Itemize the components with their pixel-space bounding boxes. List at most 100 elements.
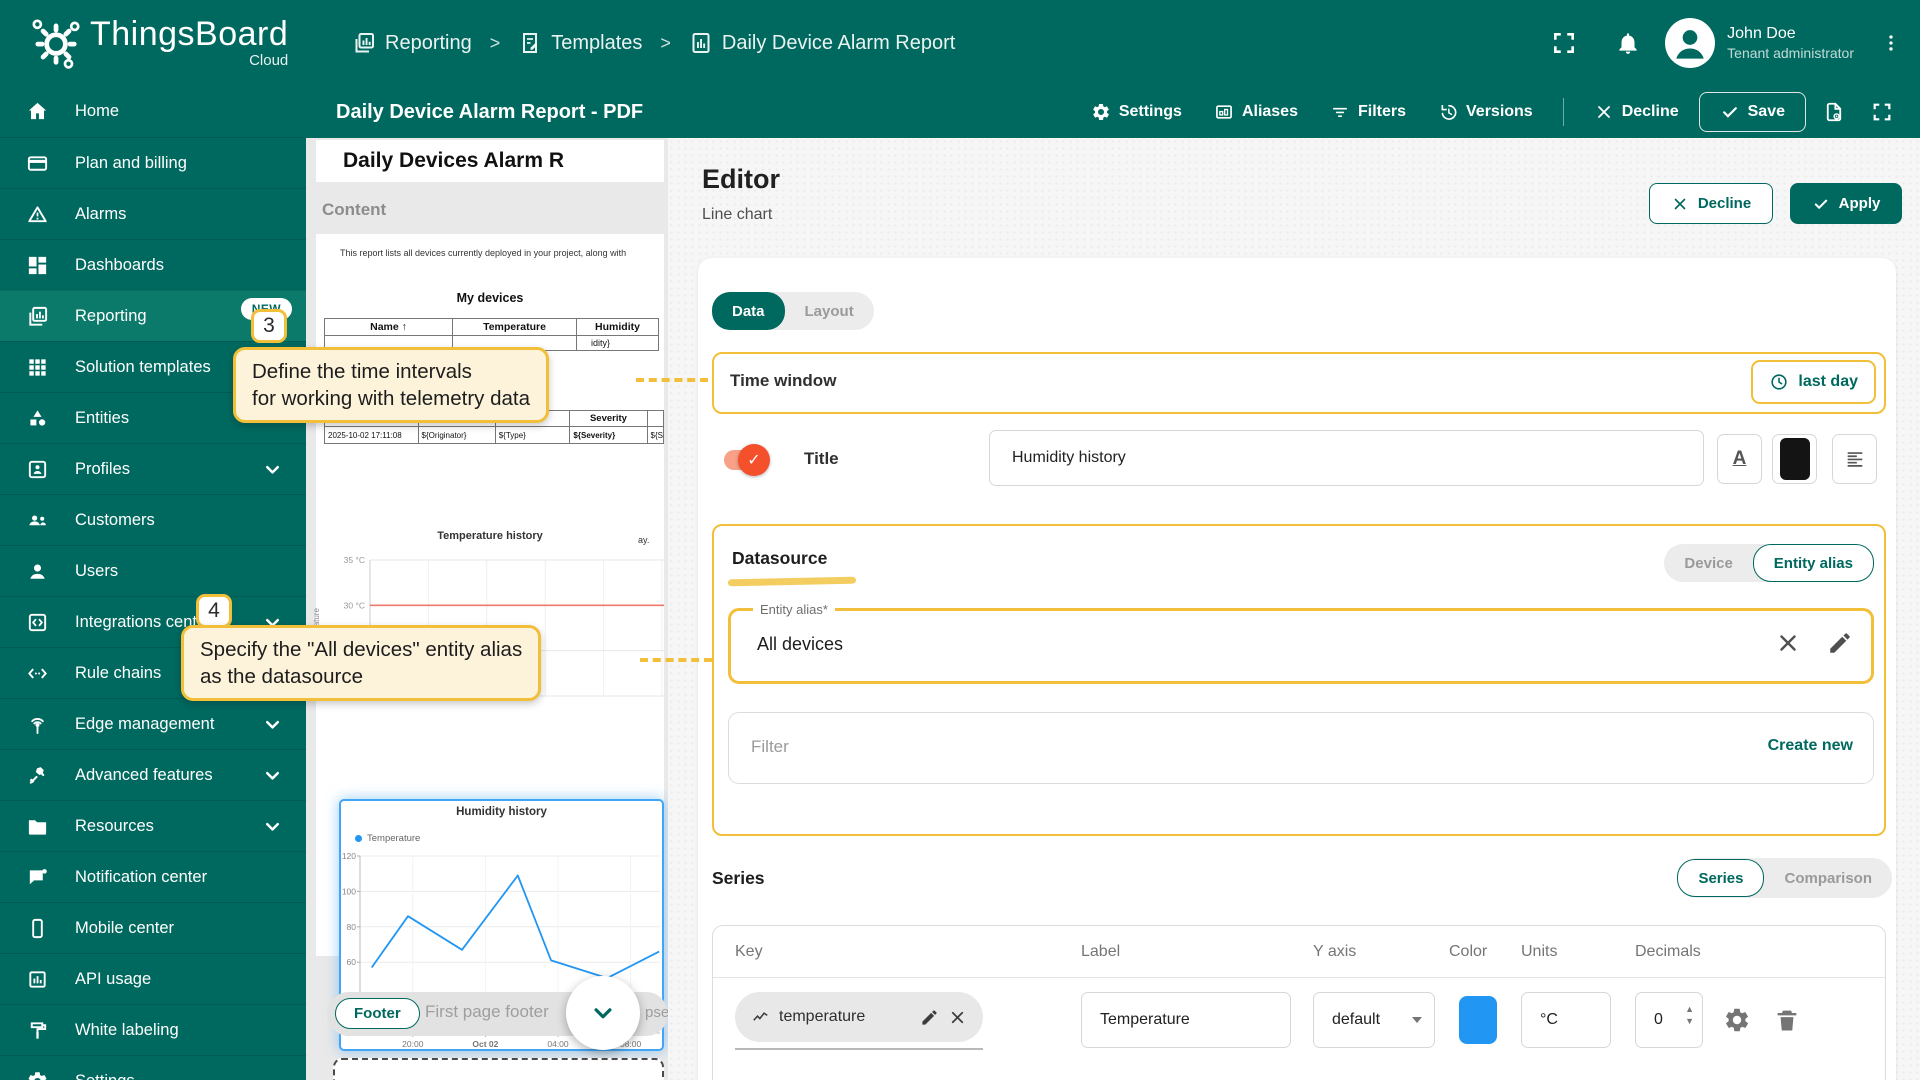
create-new-filter-link[interactable]: Create new — [1768, 737, 1853, 755]
tab-layout[interactable]: Layout — [785, 292, 874, 330]
sidebar-item-settings[interactable]: Settings — [0, 1055, 306, 1080]
color-swatch-black — [1779, 438, 1810, 480]
title-font-button[interactable]: A — [1717, 434, 1762, 484]
toggle-series[interactable]: Series — [1677, 859, 1765, 897]
sidebar-item-home[interactable]: Home — [0, 86, 306, 137]
resources-icon — [26, 815, 49, 838]
datasource-type-toggle: Device Entity alias — [1664, 544, 1874, 582]
sidebar-item-dashboards[interactable]: Dashboards — [0, 239, 306, 290]
sidebar-item-api-usage[interactable]: API usage — [0, 953, 306, 1004]
series-key-chip[interactable]: temperature — [735, 992, 983, 1042]
notifications-bell-icon[interactable] — [1615, 30, 1641, 56]
sidebar-item-label: Edge management — [75, 714, 215, 733]
series-units-input[interactable]: °C — [1521, 992, 1611, 1048]
close-icon — [1671, 195, 1689, 213]
title-color-button[interactable] — [1772, 434, 1817, 484]
title-toggle[interactable]: ✓ — [722, 444, 770, 476]
title-input[interactable] — [989, 430, 1704, 486]
toolbar-save-button[interactable]: Save — [1698, 92, 1806, 132]
preview-page-body[interactable]: This report lists all devices currently … — [312, 234, 664, 1051]
sidebar-item-label: Settings — [75, 1072, 135, 1080]
check-icon — [1812, 195, 1830, 213]
edge-icon — [26, 713, 49, 736]
series-col-label: Label — [1081, 943, 1121, 960]
sidebar-item-mobile-center[interactable]: Mobile center — [0, 902, 306, 953]
toolbar-decline-button[interactable]: Decline — [1582, 94, 1691, 130]
callout-4-badge: 4 — [196, 594, 232, 628]
align-icon — [1844, 448, 1866, 470]
sidebar-item-users[interactable]: Users — [0, 545, 306, 596]
series-settings-icon[interactable] — [1723, 1006, 1751, 1034]
toggle-comparison[interactable]: Comparison — [1764, 859, 1892, 897]
collapse-label-fragment: pse — [645, 1004, 668, 1021]
sidebar-item-resources[interactable]: Resources — [0, 800, 306, 851]
editor-apply-button[interactable]: Apply — [1790, 183, 1902, 224]
decimals-stepper[interactable]: ▲ ▼ — [1685, 1005, 1694, 1026]
sidebar-item-label: Solution templates — [75, 357, 211, 376]
breadcrumb: Reporting > Templates > Daily Device Alarm R… — [352, 0, 955, 86]
breadcrumb-item-reporting[interactable]: Reporting — [352, 31, 472, 55]
toolbar-filters-button[interactable]: Filters — [1318, 94, 1418, 130]
sidebar-item-label: Advanced features — [75, 765, 213, 784]
sidebar-item-profiles[interactable]: Profiles — [0, 443, 306, 494]
generate-report-icon[interactable] — [1814, 92, 1854, 132]
devices-col-header: Name ↑ — [324, 318, 453, 336]
edit-entity-alias-icon[interactable] — [1827, 630, 1853, 656]
series-delete-icon[interactable] — [1773, 1006, 1801, 1034]
chevron-down-icon — [588, 998, 618, 1028]
profiles-icon — [26, 458, 49, 481]
toolbar-settings-button[interactable]: Settings — [1079, 94, 1194, 130]
time-window-button[interactable]: last day — [1751, 360, 1876, 404]
sidebar-item-plan-and-billing[interactable]: Plan and billing — [0, 137, 306, 188]
edit-key-icon[interactable] — [920, 1008, 939, 1027]
expand-icon[interactable] — [1862, 92, 1902, 132]
breadcrumb-item-daily-device-alarm-report[interactable]: Daily Device Alarm Report — [689, 31, 955, 55]
sidebar-item-customers[interactable]: Customers — [0, 494, 306, 545]
reporting-icon — [26, 305, 49, 328]
filter-field[interactable]: Filter Create new — [728, 712, 1874, 784]
footer-dropzone[interactable] — [333, 1058, 664, 1080]
avatar[interactable] — [1665, 18, 1716, 68]
sidebar-item-alarms[interactable]: Alarms — [0, 188, 306, 239]
users-icon — [26, 560, 49, 583]
sidebar-item-label: White labeling — [75, 1020, 179, 1039]
toggle-device[interactable]: Device — [1664, 544, 1752, 582]
callout-3: Define the time intervals for working wi… — [233, 347, 550, 423]
collapse-preview-button[interactable] — [566, 976, 640, 1050]
devices-table-title: My devices — [456, 291, 524, 305]
series-yaxis-select[interactable]: default — [1313, 992, 1435, 1048]
entity-alias-field-label: Entity alias* — [753, 602, 835, 617]
sidebar-item-label: Users — [75, 561, 119, 580]
footer-chip[interactable]: Footer — [335, 998, 420, 1029]
alarms-icon — [26, 203, 49, 226]
toolbar-versions-button[interactable]: Versions — [1426, 94, 1545, 130]
filters-icon — [1330, 102, 1350, 122]
chevron-down-icon — [261, 458, 284, 481]
entity-alias-field[interactable]: Entity alias* All devices — [728, 602, 1874, 684]
title-align-button[interactable] — [1832, 434, 1877, 484]
sidebar-item-white-labeling[interactable]: White labeling — [0, 1004, 306, 1055]
entities-icon — [26, 407, 49, 430]
breadcrumb-item-templates[interactable]: Templates — [518, 31, 642, 55]
settings-icon — [1091, 102, 1111, 122]
thingsboard-logo[interactable]: ThingsBoard Cloud — [28, 14, 288, 70]
toolbar-aliases-button[interactable]: Aliases — [1202, 94, 1310, 130]
datasource-heading: Datasource — [732, 548, 828, 568]
sidebar-item-label: Alarms — [75, 204, 127, 223]
alarms-col-header: Severity — [569, 410, 648, 427]
sidebar-item-edge-management[interactable]: Edge management — [0, 698, 306, 749]
fullscreen-icon[interactable] — [1551, 30, 1577, 56]
remove-key-icon[interactable] — [948, 1008, 967, 1027]
sidebar-item-advanced-features[interactable]: Advanced features — [0, 749, 306, 800]
series-color-swatch[interactable] — [1459, 996, 1497, 1044]
sidebar-item-notification-center[interactable]: Notification center — [0, 851, 306, 902]
devices-col-header: Humidity — [576, 318, 659, 336]
clear-entity-alias-icon[interactable] — [1775, 630, 1801, 656]
series-decimals-input[interactable]: 0 ▲ ▼ — [1635, 992, 1703, 1048]
editor-decline-button[interactable]: Decline — [1649, 183, 1773, 224]
series-label-input[interactable]: Temperature — [1081, 992, 1291, 1048]
series-col-y-axis: Y axis — [1313, 943, 1357, 960]
tab-data[interactable]: Data — [712, 292, 785, 330]
toggle-entity-alias[interactable]: Entity alias — [1752, 544, 1874, 582]
more-menu-icon[interactable] — [1880, 30, 1902, 56]
